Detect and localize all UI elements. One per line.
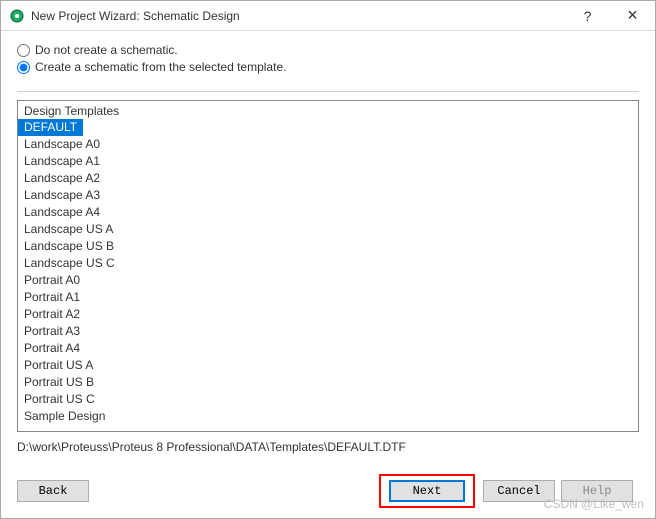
list-item[interactable]: Landscape US B [18, 238, 638, 255]
list-item[interactable]: Portrait A2 [18, 306, 638, 323]
separator [17, 91, 639, 92]
list-item[interactable]: DEFAULT [18, 119, 83, 136]
radio-create-schematic-input[interactable] [17, 61, 30, 74]
list-item[interactable]: Landscape A1 [18, 153, 638, 170]
list-item[interactable]: Portrait US A [18, 357, 638, 374]
list-item[interactable]: Portrait A0 [18, 272, 638, 289]
list-item[interactable]: Sample Design [18, 408, 638, 425]
cancel-button[interactable]: Cancel [483, 480, 555, 502]
listbox-header: Design Templates [18, 103, 638, 119]
radio-no-schematic-input[interactable] [17, 44, 30, 57]
list-item[interactable]: Landscape A2 [18, 170, 638, 187]
radio-no-schematic-label: Do not create a schematic. [35, 43, 178, 57]
list-item[interactable]: Portrait US B [18, 374, 638, 391]
template-path: D:\work\Proteuss\Proteus 8 Professional\… [17, 438, 639, 460]
title-controls: ? × [565, 1, 655, 30]
app-icon [9, 8, 25, 24]
list-item[interactable]: Portrait A3 [18, 323, 638, 340]
list-item[interactable]: Portrait A4 [18, 340, 638, 357]
list-item[interactable]: Landscape US A [18, 221, 638, 238]
button-bar: Back Next Cancel Help [1, 468, 655, 518]
next-button[interactable]: Next [389, 480, 465, 502]
list-item[interactable]: Landscape US C [18, 255, 638, 272]
back-button[interactable]: Back [17, 480, 89, 502]
close-button[interactable]: × [610, 1, 655, 30]
radio-create-schematic-label: Create a schematic from the selected tem… [35, 60, 286, 74]
list-item[interactable]: Portrait US C [18, 391, 638, 408]
window-title: New Project Wizard: Schematic Design [31, 9, 565, 23]
help-button-footer[interactable]: Help [561, 480, 633, 502]
titlebar: New Project Wizard: Schematic Design ? × [1, 1, 655, 31]
radio-group: Do not create a schematic. Create a sche… [17, 43, 639, 77]
help-button[interactable]: ? [565, 1, 610, 30]
list-item[interactable]: Landscape A0 [18, 136, 638, 153]
list-item[interactable]: Portrait A1 [18, 289, 638, 306]
list-item[interactable]: Landscape A4 [18, 204, 638, 221]
content-area: Do not create a schematic. Create a sche… [1, 31, 655, 468]
list-item[interactable]: Landscape A3 [18, 187, 638, 204]
next-button-highlight: Next [379, 474, 475, 508]
radio-no-schematic[interactable]: Do not create a schematic. [17, 43, 639, 57]
radio-create-schematic[interactable]: Create a schematic from the selected tem… [17, 60, 639, 74]
template-listbox[interactable]: Design Templates DEFAULTLandscape A0Land… [17, 100, 639, 432]
dialog-window: New Project Wizard: Schematic Design ? ×… [0, 0, 656, 519]
